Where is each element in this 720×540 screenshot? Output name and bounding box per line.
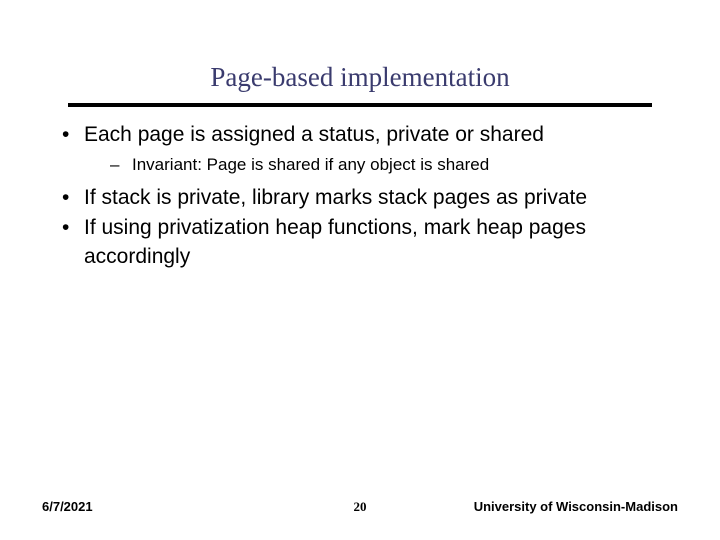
bullet-text: If using privatization heap functions, m… xyxy=(84,216,586,267)
slide-footer: 6/7/2021 20 University of Wisconsin-Madi… xyxy=(0,499,720,514)
bullet-item: Each page is assigned a status, private … xyxy=(56,121,664,178)
slide-body: Each page is assigned a status, private … xyxy=(0,107,720,271)
bullet-item: If stack is private, library marks stack… xyxy=(56,184,664,212)
slide: Page-based implementation Each page is a… xyxy=(0,0,720,540)
bullet-item: If using privatization heap functions, m… xyxy=(56,214,664,271)
slide-title: Page-based implementation xyxy=(0,0,720,99)
bullet-text: Each page is assigned a status, private … xyxy=(84,123,544,146)
sub-bullet-text: Invariant: Page is shared if any object … xyxy=(132,155,489,174)
sub-bullet-item: Invariant: Page is shared if any object … xyxy=(84,153,664,178)
sub-bullet-list: Invariant: Page is shared if any object … xyxy=(84,153,664,178)
footer-affiliation: University of Wisconsin-Madison xyxy=(474,499,678,514)
footer-date: 6/7/2021 xyxy=(42,499,93,514)
bullet-text: If stack is private, library marks stack… xyxy=(84,186,587,209)
bullet-list: Each page is assigned a status, private … xyxy=(56,121,664,271)
footer-page-number: 20 xyxy=(354,499,367,515)
